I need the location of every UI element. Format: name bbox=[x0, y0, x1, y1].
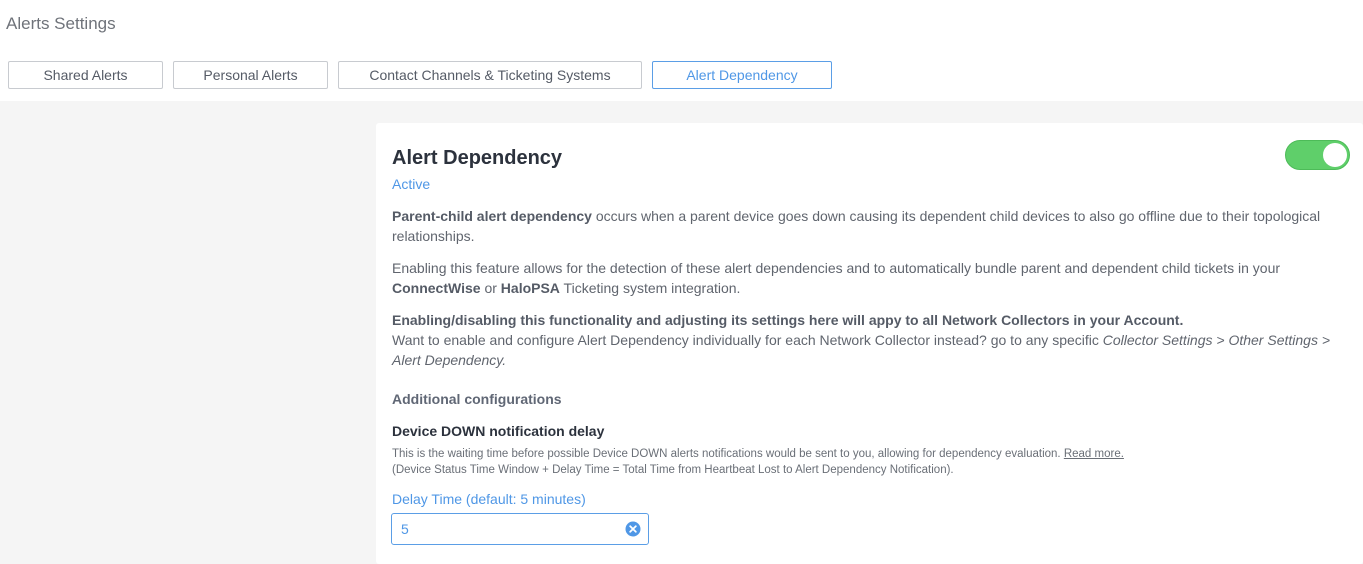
delay-time-label: Delay Time (default: 5 minutes) bbox=[392, 491, 586, 507]
p2-text-c: Ticketing system integration. bbox=[559, 280, 741, 296]
p1-bold: Parent-child alert dependency bbox=[392, 208, 592, 224]
tab-alert-dependency[interactable]: Alert Dependency bbox=[652, 61, 832, 89]
tab-contact-channels[interactable]: Contact Channels & Ticketing Systems bbox=[338, 61, 642, 89]
settings-tabs: Shared Alerts Personal Alerts Contact Ch… bbox=[8, 61, 842, 89]
alert-dependency-card: Alert Dependency Active Parent-child ale… bbox=[376, 123, 1363, 564]
toggle-knob bbox=[1323, 143, 1347, 167]
p2-connectwise: ConnectWise bbox=[392, 280, 481, 296]
tab-personal-alerts[interactable]: Personal Alerts bbox=[173, 61, 328, 89]
description-paragraph-1: Parent-child alert dependency occurs whe… bbox=[392, 206, 1342, 246]
tab-shared-alerts[interactable]: Shared Alerts bbox=[8, 61, 163, 89]
delay-time-input[interactable] bbox=[392, 514, 617, 544]
read-more-link[interactable]: Read more. bbox=[1064, 448, 1124, 460]
description-paragraph-3: Enabling/disabling this functionality an… bbox=[392, 310, 1342, 370]
description-paragraph-2: Enabling this feature allows for the det… bbox=[392, 258, 1342, 298]
alert-dependency-toggle[interactable] bbox=[1285, 140, 1350, 170]
help-line-2: (Device Status Time Window + Delay Time … bbox=[392, 464, 954, 476]
p3-bold: Enabling/disabling this functionality an… bbox=[392, 312, 1184, 328]
p3-text: Want to enable and configure Alert Depen… bbox=[392, 332, 1103, 348]
status-label: Active bbox=[392, 176, 431, 192]
page-title: Alerts Settings bbox=[6, 14, 116, 33]
notification-delay-help: This is the waiting time before possible… bbox=[392, 446, 1342, 478]
delay-time-field bbox=[391, 513, 649, 545]
p2-text-a: Enabling this feature allows for the det… bbox=[392, 260, 1281, 276]
notification-delay-heading: Device DOWN notification delay bbox=[392, 423, 605, 439]
p2-halopsa: HaloPSA bbox=[500, 280, 560, 296]
p2-text-b: or bbox=[480, 280, 501, 296]
additional-configurations-heading: Additional configurations bbox=[392, 391, 562, 407]
clear-circle-icon[interactable] bbox=[625, 521, 641, 537]
help-line-1: This is the waiting time before possible… bbox=[392, 448, 1064, 460]
card-title: Alert Dependency bbox=[392, 147, 563, 169]
